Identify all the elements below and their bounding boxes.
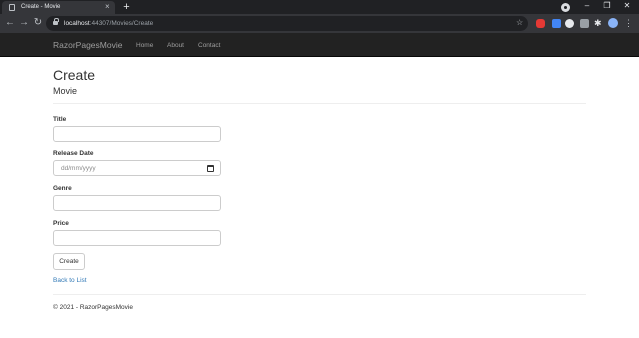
page-icon xyxy=(9,4,15,11)
nav-link-about[interactable]: About xyxy=(167,41,184,50)
create-button[interactable]: Create xyxy=(53,253,85,270)
price-input[interactable] xyxy=(53,230,221,246)
avatar[interactable] xyxy=(608,18,618,28)
puzzle-icon[interactable]: ✱ xyxy=(594,19,603,28)
github-icon[interactable] xyxy=(565,19,574,28)
title-label: Title xyxy=(53,116,67,123)
release-date-input[interactable]: dd/mm/yyyy xyxy=(53,160,221,176)
media-control-icon[interactable] xyxy=(561,3,570,12)
genre-input[interactable] xyxy=(53,195,221,211)
title-input[interactable] xyxy=(53,126,221,142)
genre-label: Genre xyxy=(53,185,72,192)
close-window-button[interactable]: ✕ xyxy=(618,0,636,13)
new-tab-button[interactable]: + xyxy=(121,2,132,13)
divider xyxy=(53,103,586,104)
minimize-button[interactable]: – xyxy=(578,0,596,13)
more-menu-icon[interactable]: ⋮ xyxy=(624,17,633,29)
footer-divider xyxy=(53,294,586,295)
browser-tabstrip: Create - Movie × + – ❐ ✕ xyxy=(0,0,639,14)
tab-title: Create - Movie xyxy=(21,4,61,10)
release-date-placeholder: dd/mm/yyyy xyxy=(61,165,96,172)
site-navbar: RazorPagesMovie Home About Contact xyxy=(0,33,639,57)
calendar-icon[interactable] xyxy=(207,165,214,172)
page-subtitle: Movie xyxy=(53,86,78,96)
lock-icon[interactable] xyxy=(53,18,59,26)
footer-text: © 2021 - RazorPagesMovie xyxy=(53,304,133,311)
forward-button[interactable]: → xyxy=(18,17,30,29)
nav-link-contact[interactable]: Contact xyxy=(198,41,220,50)
bookmark-star-icon[interactable]: ☆ xyxy=(516,18,523,28)
browser-toolbar: ← → ↻ localhost:44307/Movies/Create ☆ ✱ … xyxy=(0,14,639,33)
address-bar[interactable]: localhost:44307/Movies/Create ☆ xyxy=(46,16,528,31)
extension-red-icon[interactable] xyxy=(536,19,545,28)
navbar-brand[interactable]: RazorPagesMovie xyxy=(53,40,122,50)
page-title: Create xyxy=(53,67,96,83)
price-label: Price xyxy=(53,220,69,227)
back-to-list-link[interactable]: Back to List xyxy=(53,276,87,285)
url-text[interactable]: localhost:44307/Movies/Create xyxy=(64,19,153,28)
browser-tab[interactable]: Create - Movie × xyxy=(2,1,115,14)
extension-blue-icon[interactable] xyxy=(552,19,561,28)
release-date-label: Release Date xyxy=(53,150,94,157)
back-button[interactable]: ← xyxy=(4,17,16,29)
extension-box-icon[interactable] xyxy=(580,19,589,28)
reload-button[interactable]: ↻ xyxy=(32,17,44,29)
nav-link-home[interactable]: Home xyxy=(136,41,153,50)
maximize-button[interactable]: ❐ xyxy=(598,0,616,13)
tab-close-icon[interactable]: × xyxy=(105,2,110,12)
